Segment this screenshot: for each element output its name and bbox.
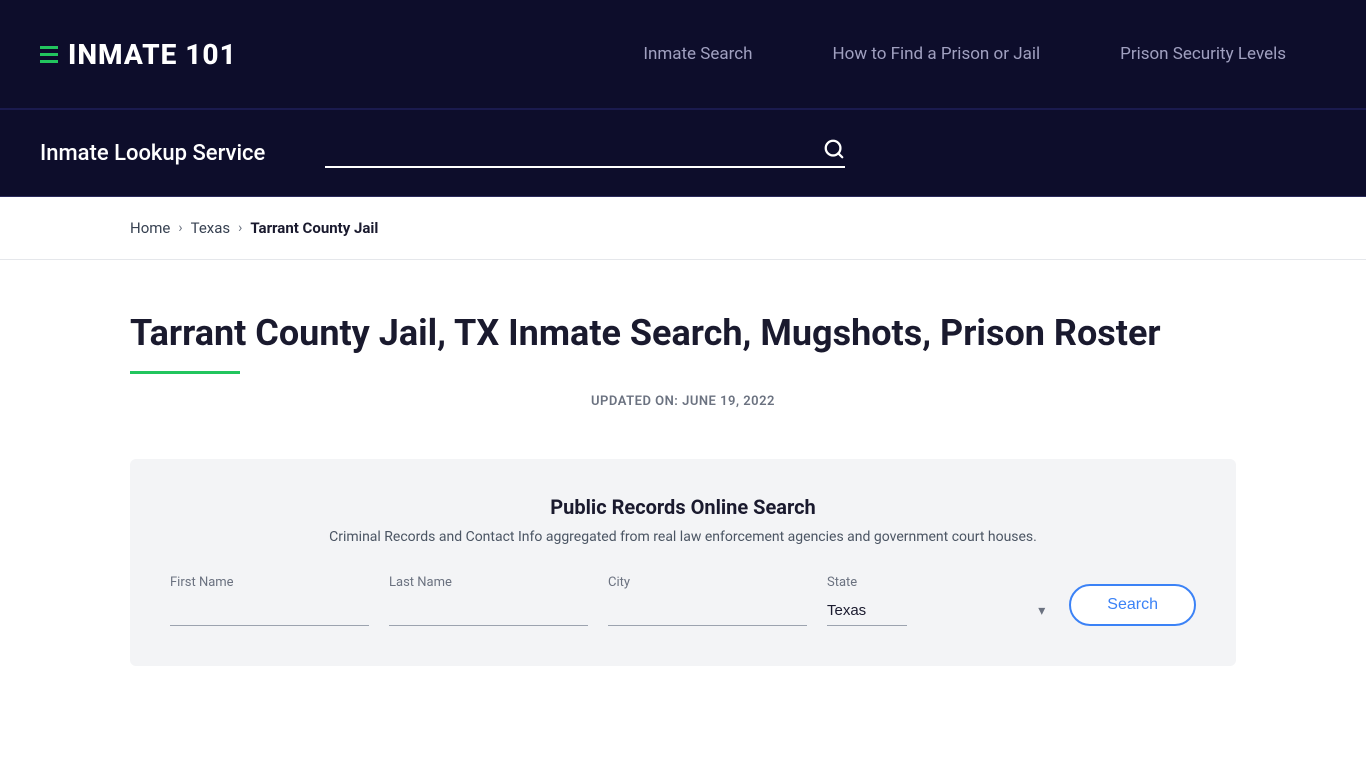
- state-field: State Texas Alabama Alaska Arizona Arkan…: [827, 575, 1049, 626]
- logo-text: INMATE 101: [68, 38, 237, 71]
- records-form: First Name Last Name City State Texas: [170, 575, 1196, 626]
- breadcrumb-home[interactable]: Home: [130, 219, 170, 237]
- search-input[interactable]: [325, 140, 823, 158]
- records-card: Public Records Online Search Criminal Re…: [130, 459, 1236, 666]
- state-label: State: [827, 575, 1049, 590]
- state-select-wrapper: Texas Alabama Alaska Arizona Arkansas Ca…: [827, 596, 1049, 626]
- top-navigation: INMATE 101 Inmate Search How to Find a P…: [0, 0, 1366, 110]
- last-name-input[interactable]: [389, 596, 588, 626]
- breadcrumb-separator-2: ›: [238, 220, 242, 236]
- breadcrumb-separator-1: ›: [178, 220, 182, 236]
- search-icon: [823, 138, 845, 160]
- city-input[interactable]: [608, 596, 807, 626]
- chevron-down-icon: ▾: [1038, 603, 1045, 619]
- logo-area[interactable]: INMATE 101: [40, 38, 237, 71]
- nav-link-security-levels[interactable]: Prison Security Levels: [1120, 44, 1286, 64]
- records-card-description: Criminal Records and Contact Info aggreg…: [170, 529, 1196, 545]
- first-name-input[interactable]: [170, 596, 369, 626]
- search-button[interactable]: Search: [1069, 584, 1196, 626]
- page-title: Tarrant County Jail, TX Inmate Search, M…: [130, 310, 1236, 357]
- search-submit-button[interactable]: [823, 138, 845, 160]
- logo-bars-icon: [40, 46, 58, 63]
- nav-links: Inmate Search How to Find a Prison or Ja…: [643, 44, 1286, 64]
- search-input-wrapper: [325, 138, 845, 168]
- last-name-label: Last Name: [389, 575, 588, 590]
- first-name-label: First Name: [170, 575, 369, 590]
- search-section: Inmate Lookup Service: [0, 110, 1366, 197]
- updated-text: UPDATED ON: JUNE 19, 2022: [130, 394, 1236, 409]
- breadcrumb-current: Tarrant County Jail: [250, 219, 378, 237]
- city-label: City: [608, 575, 807, 590]
- nav-link-how-to-find[interactable]: How to Find a Prison or Jail: [833, 44, 1041, 64]
- records-card-title: Public Records Online Search: [170, 495, 1196, 519]
- nav-link-inmate-search[interactable]: Inmate Search: [643, 44, 752, 64]
- city-field: City: [608, 575, 807, 626]
- last-name-field: Last Name: [389, 575, 588, 626]
- first-name-field: First Name: [170, 575, 369, 626]
- search-section-label: Inmate Lookup Service: [40, 141, 265, 166]
- title-underline: [130, 371, 240, 374]
- breadcrumb-state[interactable]: Texas: [191, 219, 231, 237]
- breadcrumb: Home › Texas › Tarrant County Jail: [0, 197, 1366, 260]
- main-content: Tarrant County Jail, TX Inmate Search, M…: [0, 260, 1366, 706]
- state-select[interactable]: Texas Alabama Alaska Arizona Arkansas Ca…: [827, 596, 907, 626]
